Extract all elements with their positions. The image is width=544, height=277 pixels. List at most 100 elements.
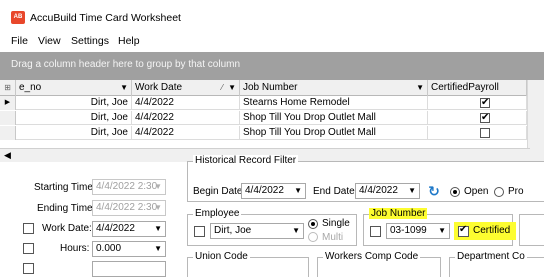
column-header-certified-payroll[interactable]: CertifiedPayroll — [428, 80, 527, 96]
cell-certified-payroll[interactable] — [428, 96, 527, 110]
multi-radio[interactable] — [308, 232, 318, 242]
right-group-edge — [519, 214, 544, 246]
department-code-group: Department Co — [449, 251, 544, 277]
cell-job-number[interactable]: Shop Till You Drop Outlet Mall — [240, 126, 428, 140]
end-date-value: 4/4/2022 — [359, 185, 398, 196]
sort-icon: ⁄ — [221, 83, 223, 92]
column-header-job-number[interactable]: Job Number ▼ — [240, 80, 428, 96]
end-date-field[interactable]: 4/4/2022 ▼ — [355, 183, 420, 199]
menu-view[interactable]: View — [38, 35, 61, 47]
refresh-icon[interactable]: ↻ — [426, 183, 442, 199]
menu-file[interactable]: File — [11, 35, 28, 47]
title-bar: AB AccuBuild Time Card Worksheet — [0, 0, 544, 34]
ending-time-field[interactable]: 4/4/2022 2:30 ▼ — [92, 200, 166, 216]
starting-time-field[interactable]: 4/4/2022 2:30 ▼ — [92, 179, 166, 195]
single-radio[interactable] — [308, 219, 318, 229]
workers-comp-legend: Workers Comp Code — [323, 251, 421, 262]
employee-checkbox[interactable] — [194, 226, 205, 237]
hours-label: Hours: — [60, 243, 90, 254]
begin-date-label: Begin Date — [193, 186, 243, 197]
union-code-group: Union Code — [187, 251, 309, 277]
menu-help[interactable]: Help — [118, 35, 140, 47]
column-header-work-date[interactable]: Work Date ⁄ ▼ — [132, 80, 240, 96]
cell-work-date[interactable]: 4/4/2022 — [132, 96, 240, 110]
timecard-grid[interactable]: ⊞ e_no ▼ Work Date ⁄ ▼ Job Number ▼ Cert… — [0, 80, 544, 228]
chevron-down-icon[interactable]: ▼ — [154, 201, 162, 215]
row-indicator — [0, 111, 16, 125]
extra-checkbox[interactable] — [23, 263, 34, 274]
filter-dropdown-icon[interactable]: ▼ — [120, 80, 128, 96]
table-row[interactable]: Dirt, Joe 4/4/2022 Shop Till You Drop Ou… — [0, 126, 544, 140]
chevron-down-icon[interactable]: ▼ — [294, 184, 302, 198]
workers-comp-group: Workers Comp Code — [317, 251, 441, 277]
historical-filter-legend: Historical Record Filter — [193, 155, 299, 166]
work-date-checkbox[interactable] — [23, 223, 34, 234]
cell-e-no[interactable]: Dirt, Joe — [16, 96, 132, 110]
open-radio[interactable] — [450, 187, 460, 197]
begin-date-field[interactable]: 4/4/2022 ▼ — [241, 183, 306, 199]
row-indicator — [0, 126, 16, 140]
cell-work-date[interactable]: 4/4/2022 — [132, 126, 240, 140]
begin-date-value: 4/4/2022 — [245, 185, 284, 196]
job-number-value: 03-1099 — [390, 225, 427, 236]
job-number-field[interactable]: 03-1099 ▼ — [386, 223, 450, 239]
ending-time-value: 4/4/2022 2:30 — [96, 202, 158, 213]
certified-checkbox[interactable] — [458, 224, 469, 237]
union-code-legend: Union Code — [193, 251, 250, 262]
extra-field[interactable] — [92, 261, 166, 277]
hours-field[interactable]: 0.000 ▼ — [92, 241, 166, 257]
cell-e-no[interactable]: Dirt, Joe — [16, 126, 132, 140]
department-code-legend: Department Co — [455, 251, 527, 262]
cell-job-number[interactable]: Stearns Home Remodel — [240, 96, 428, 110]
ending-time-label: Ending Time — [37, 203, 93, 214]
end-date-label: End Date: — [313, 186, 358, 197]
grid-corner-icon[interactable]: ⊞ — [0, 80, 16, 96]
cell-certified-payroll[interactable] — [428, 111, 527, 125]
window-title: AccuBuild Time Card Worksheet — [30, 12, 181, 24]
starting-time-value: 4/4/2022 2:30 — [96, 181, 158, 192]
employee-field[interactable]: Dirt, Joe ▼ — [210, 223, 304, 239]
chevron-down-icon[interactable]: ▼ — [292, 224, 300, 238]
scroll-left-icon[interactable]: ◀ — [4, 150, 11, 161]
column-header-e-no[interactable]: e_no ▼ — [16, 80, 132, 96]
other-radio[interactable] — [494, 187, 504, 197]
single-label: Single — [322, 218, 350, 229]
work-date-field[interactable]: 4/4/2022 ▼ — [92, 221, 166, 237]
other-radio-label: Pro — [508, 186, 524, 197]
hours-checkbox[interactable] — [23, 243, 34, 254]
certified-checkbox[interactable] — [480, 128, 490, 138]
certified-checkbox[interactable] — [480, 96, 490, 110]
cell-certified-payroll[interactable] — [428, 126, 527, 140]
chevron-down-icon[interactable]: ▼ — [438, 224, 446, 238]
certified-label: Certified — [473, 225, 511, 236]
multi-label: Multi — [322, 232, 344, 243]
table-row[interactable]: ▶ Dirt, Joe 4/4/2022 Stearns Home Remode… — [0, 96, 544, 110]
hours-value: 0.000 — [96, 243, 122, 254]
cell-work-date[interactable]: 4/4/2022 — [132, 111, 240, 125]
job-number-legend: Job Number — [369, 208, 428, 219]
certified-checkbox[interactable] — [480, 111, 490, 125]
work-date-label: Work Date: — [42, 223, 92, 234]
timecard-form: Starting Time 4/4/2022 2:30 ▼ Ending Tim… — [0, 155, 544, 277]
filter-dropdown-icon[interactable]: ▼ — [228, 80, 236, 96]
menu-bar: File View Settings Help — [0, 34, 544, 50]
cell-job-number[interactable]: Shop Till You Drop Outlet Mall — [240, 111, 428, 125]
cell-e-no[interactable]: Dirt, Joe — [16, 111, 132, 125]
group-by-panel[interactable]: Drag a column header here to group by th… — [0, 52, 544, 80]
employee-legend: Employee — [193, 208, 242, 219]
chevron-down-icon[interactable]: ▼ — [154, 242, 162, 256]
work-date-value: 4/4/2022 — [96, 223, 135, 234]
menu-settings[interactable]: Settings — [71, 35, 109, 47]
column-header-label: e_no — [19, 82, 42, 93]
employee-value: Dirt, Joe — [214, 225, 252, 236]
column-header-label: Work Date — [135, 82, 183, 93]
chevron-down-icon[interactable]: ▼ — [154, 222, 162, 236]
job-number-checkbox[interactable] — [370, 226, 381, 237]
chevron-down-icon[interactable]: ▼ — [154, 180, 162, 194]
column-header-label: CertifiedPayroll — [431, 82, 499, 93]
column-header-label: Job Number — [243, 82, 298, 93]
current-row-arrow-icon: ▶ — [0, 96, 16, 110]
filter-dropdown-icon[interactable]: ▼ — [416, 80, 424, 96]
table-row[interactable]: Dirt, Joe 4/4/2022 Shop Till You Drop Ou… — [0, 111, 544, 125]
chevron-down-icon[interactable]: ▼ — [408, 184, 416, 198]
